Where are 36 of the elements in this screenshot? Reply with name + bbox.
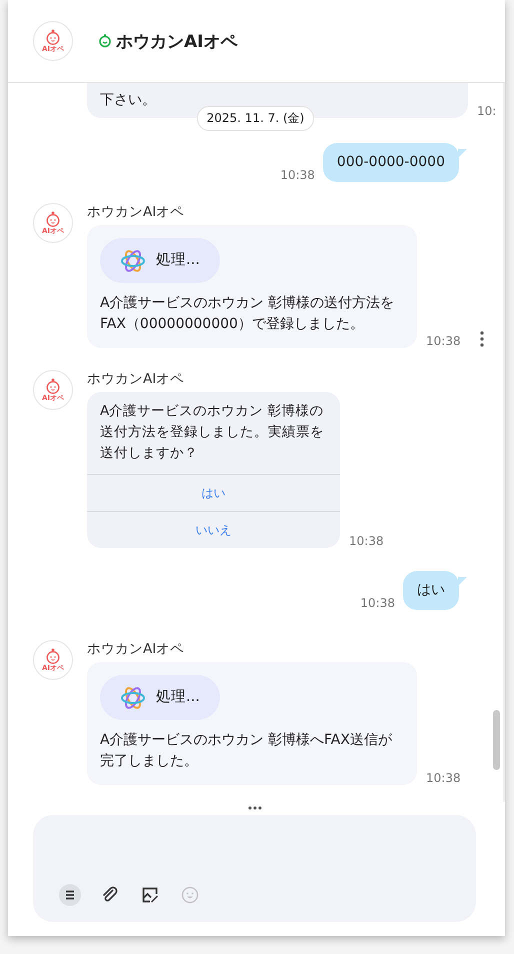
message-time: 10: (477, 104, 496, 118)
sender-name: ホウカンAIオペ (87, 203, 186, 221)
message-time: 10:38 (349, 534, 384, 548)
bubble-tail (458, 577, 467, 586)
reply-option[interactable]: はい (87, 474, 340, 511)
more-icon[interactable] (480, 331, 484, 347)
orbit-icon (120, 248, 146, 274)
message-text: 下さい。 (100, 91, 156, 109)
paperclip-icon (101, 886, 119, 904)
message-text: A介護サービスのホウカン 彰博様へFAX送信が完了しました。 (100, 731, 393, 771)
message-time: 10:38 (426, 771, 461, 785)
processing-label: 処理... (156, 251, 200, 270)
robot-face-icon (44, 29, 62, 45)
message-text: A介護サービスのホウカン 彰博様の送付方法をFAX（00000000000）で登録しました。 (100, 294, 396, 334)
date-chip: 2025. 11. 7. (金) (196, 106, 314, 131)
image-icon (141, 886, 159, 904)
message-text: A介護サービスのホウカン 彰博様の送付方法を登録しました。実績票を送付しますか？ (99, 402, 325, 463)
bubble-tail (458, 149, 467, 158)
reply-option[interactable]: いいえ (87, 511, 340, 548)
message-time: 10:38 (360, 596, 395, 610)
ellipsis-icon (248, 806, 262, 810)
sender-name: ホウカンAIオペ (87, 370, 186, 388)
scrollbar[interactable] (493, 710, 500, 770)
sender-name: ホウカンAIオペ (87, 640, 186, 658)
user-message-bubble: はい (403, 571, 459, 610)
emoji-icon (181, 886, 199, 904)
orbit-icon (120, 684, 146, 710)
message-time: 10:38 (426, 334, 461, 348)
user-message-bubble: 000-0000-0000 (322, 143, 459, 182)
tool-button[interactable] (59, 884, 81, 906)
robot-face-icon (44, 648, 62, 664)
processing-label: 処理... (156, 688, 200, 707)
message-time: 10:38 (280, 168, 315, 182)
robot-face-icon (44, 378, 62, 394)
robot-face-icon (44, 211, 62, 227)
chat-title: ホウカンAIオペ (116, 30, 238, 52)
